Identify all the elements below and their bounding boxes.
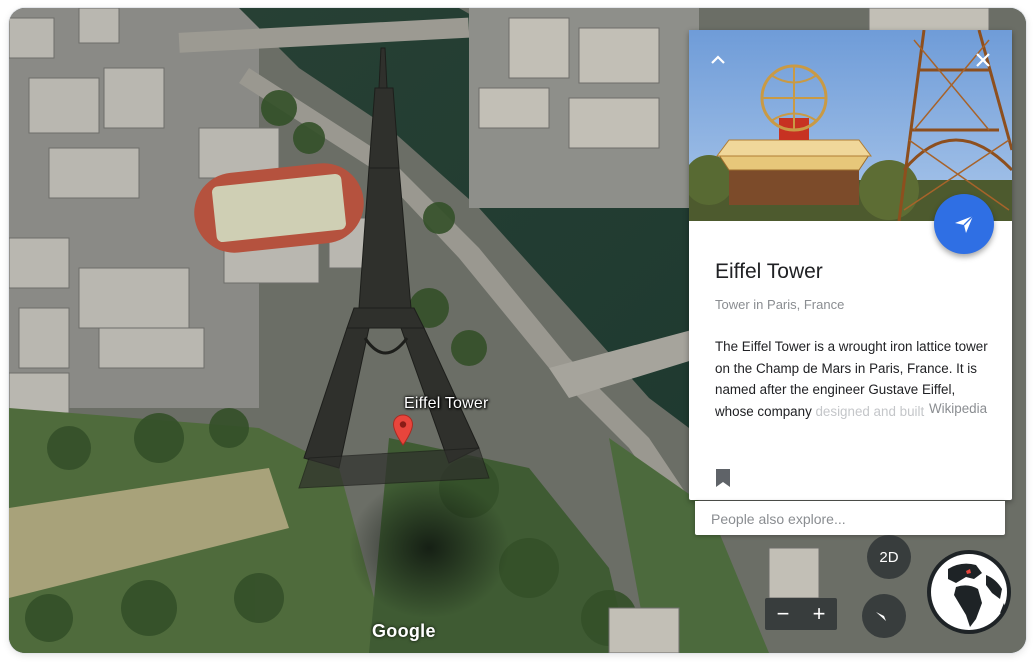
bookmark-icon[interactable] <box>715 468 731 488</box>
chevron-up-icon <box>711 55 725 64</box>
map-place-label[interactable]: Eiffel Tower <box>404 395 489 413</box>
compass-icon <box>876 612 892 621</box>
map-viewport[interactable]: Eiffel Tower Google Eiffel Tower Tower i… <box>9 8 1026 653</box>
close-icon <box>976 53 990 67</box>
place-subtitle: Tower in Paris, France <box>715 297 845 312</box>
place-card: Eiffel Tower Tower in Paris, France The … <box>689 30 1012 500</box>
zoom-controls: − + <box>765 598 837 630</box>
google-logo: Google <box>372 621 436 641</box>
globe-icon[interactable] <box>926 549 1012 635</box>
place-photo <box>689 30 1012 221</box>
compass-button[interactable] <box>862 594 906 638</box>
zoom-in-button[interactable]: + <box>801 598 837 630</box>
people-also-explore[interactable]: People also explore... <box>695 501 1005 535</box>
directions-button[interactable] <box>934 194 994 254</box>
wikipedia-link[interactable]: Wikipedia <box>925 401 988 416</box>
zoom-out-button[interactable]: − <box>765 598 801 630</box>
collapse-button[interactable] <box>700 42 736 78</box>
2d-toggle-button[interactable]: 2D <box>867 535 911 579</box>
map-pin-icon[interactable] <box>392 414 414 446</box>
close-button[interactable] <box>965 42 1001 78</box>
send-icon <box>955 215 974 233</box>
place-title: Eiffel Tower <box>715 260 823 283</box>
